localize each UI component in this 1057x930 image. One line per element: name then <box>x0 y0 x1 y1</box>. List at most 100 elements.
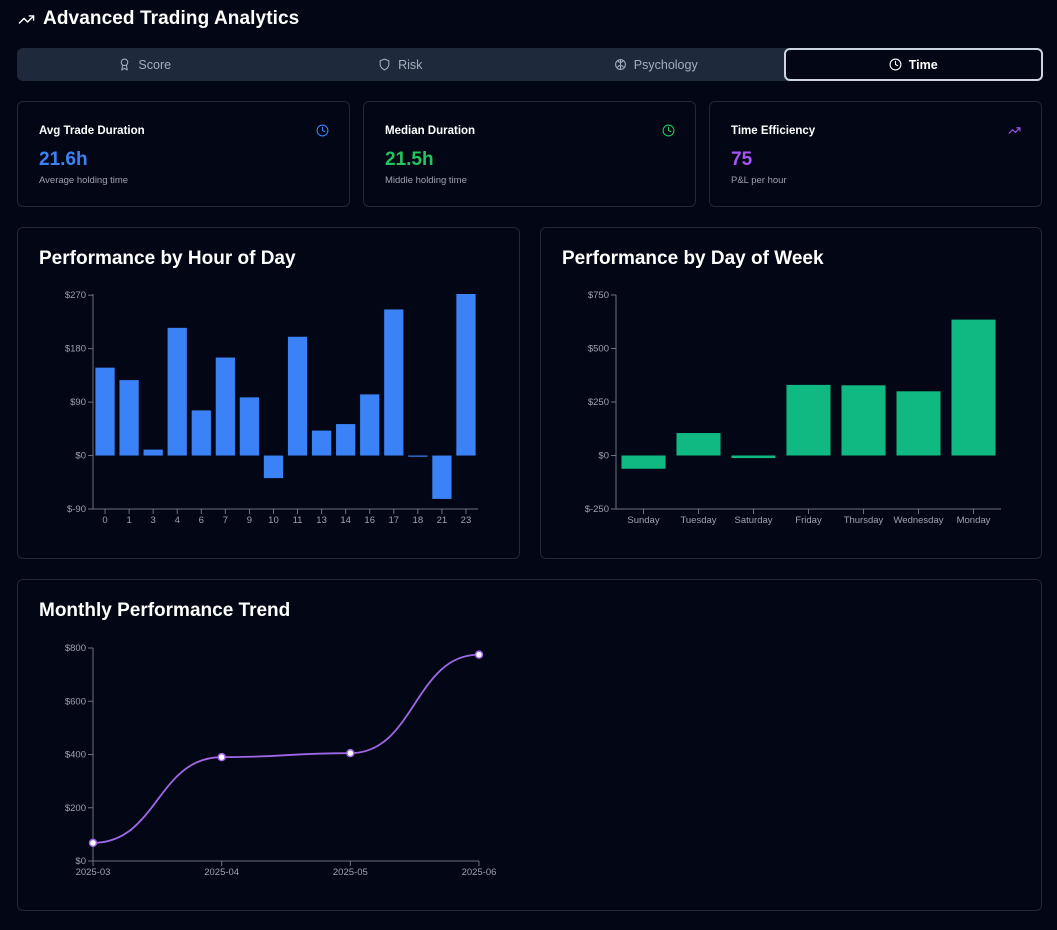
clock-icon <box>316 124 329 137</box>
tab-score[interactable]: Score <box>17 48 273 81</box>
page-header: Advanced Trading Analytics <box>18 8 299 30</box>
monthly-trend-line-chart: $0 $200 $400 $600 $800 2025-03 2025-04 2025-05 2… <box>65 643 497 878</box>
bar-14 <box>336 424 356 456</box>
bar-Sunday <box>621 455 666 469</box>
x-tick-label: Thursday <box>844 515 884 526</box>
x-tick-label: Saturday <box>734 515 772 526</box>
x-tick-label: 13 <box>316 515 327 526</box>
stat-subtitle: P&L per hour <box>731 175 787 186</box>
bar-16 <box>360 394 380 456</box>
trending-up-icon <box>18 14 35 24</box>
x-tick-label: 23 <box>461 515 472 526</box>
bar-Tuesday <box>676 433 721 456</box>
x-tick-label: 7 <box>223 515 228 526</box>
x-tick-label: Sunday <box>627 515 659 526</box>
x-tick-label: 11 <box>293 515 303 526</box>
clock-icon <box>662 124 675 137</box>
tab-time-label: Time <box>908 57 938 72</box>
y-tick-label: $750 <box>588 290 609 301</box>
stat-value: 75 <box>731 149 753 170</box>
chart-card-monthly-trend: Monthly Performance Trend $0 $200 $400 $600… <box>17 579 1042 911</box>
data-point-2025-03 <box>88 838 98 848</box>
x-tick-label: 10 <box>268 515 279 526</box>
bar-3 <box>143 449 163 456</box>
stat-card-avg-duration: Avg Trade Duration 21.6h Average holding… <box>17 101 350 207</box>
y-tick-label: $250 <box>588 397 609 408</box>
bar-Thursday <box>841 385 886 456</box>
tab-score-label: Score <box>138 57 172 72</box>
stat-label: Time Efficiency <box>731 125 816 137</box>
bar-Monday <box>951 319 996 456</box>
award-icon <box>121 58 129 71</box>
bar-Saturday <box>731 455 776 459</box>
x-tick-label: 14 <box>340 515 351 526</box>
x-tick-label: 2025-04 <box>204 867 239 878</box>
bar-4 <box>167 327 187 456</box>
stat-card-median-duration: Median Duration 21.5h Middle holding tim… <box>363 101 696 207</box>
x-tick-label: 18 <box>413 515 424 526</box>
tab-time[interactable]: Time <box>783 48 1043 81</box>
y-tick-label: $0 <box>75 451 86 462</box>
chart-card-day-of-week: Performance by Day of Week $-250 $0 $250 $5… <box>540 227 1042 559</box>
y-tick-label: $90 <box>70 397 86 408</box>
x-tick-label: 2025-05 <box>333 867 368 878</box>
bar-0 <box>95 367 115 456</box>
tab-risk[interactable]: Risk <box>273 48 529 81</box>
hour-of-day-bar-chart: $-90$0$90$180$2700 1 3 4 6 7 9 10 11 13 14 16 17 18 21… <box>65 290 478 526</box>
x-tick-label: Monday <box>957 515 991 526</box>
stat-card-time-efficiency: Time Efficiency 75 P&L per hour <box>709 101 1042 207</box>
x-tick-label: 6 <box>199 515 204 526</box>
bar-6 <box>191 410 211 456</box>
y-tick-label: $0 <box>598 451 609 462</box>
bar-17 <box>384 309 404 456</box>
y-tick-label: $500 <box>588 344 609 355</box>
chart-card-hour-of-day: Performance by Hour of Day $-90 $0 $90 $180… <box>17 227 520 559</box>
y-tick-label: $200 <box>65 803 86 814</box>
tab-risk-label: Risk <box>398 57 423 72</box>
y-tick-label: $400 <box>65 750 86 761</box>
trend-line <box>92 653 480 844</box>
x-tick-label: 2025-03 <box>76 867 111 878</box>
x-tick-label: Tuesday <box>680 515 716 526</box>
bar-21 <box>432 455 452 499</box>
stat-value: 21.6h <box>39 149 88 170</box>
data-point-2025-05 <box>346 748 355 758</box>
x-tick-label: 2025-06 <box>462 867 497 878</box>
x-tick-label: Wednesday <box>894 515 944 526</box>
stat-label: Avg Trade Duration <box>39 125 145 137</box>
bar-9 <box>239 397 260 456</box>
page-title: Advanced Trading Analytics <box>43 8 300 29</box>
clock-icon <box>889 58 902 71</box>
y-tick-label: $270 <box>65 290 86 301</box>
x-tick-label: 3 <box>151 515 156 526</box>
trending-up-icon <box>1008 127 1021 134</box>
stat-label: Median Duration <box>385 125 476 137</box>
bar-1 <box>119 380 139 456</box>
shield-icon <box>379 58 390 71</box>
x-tick-label: Friday <box>795 515 822 526</box>
tab-psychology-label: Psychology <box>633 57 698 72</box>
bar-7 <box>215 357 235 456</box>
x-tick-label: 16 <box>364 515 375 526</box>
x-tick-label: 21 <box>437 515 448 526</box>
bar-10 <box>263 455 284 479</box>
brain-icon <box>614 59 626 70</box>
tab-bar: Score Risk Psychology Time <box>17 48 1043 81</box>
x-tick-label: 1 <box>126 515 131 526</box>
bar-Wednesday <box>896 391 941 456</box>
data-point-2025-06 <box>474 650 484 659</box>
x-tick-label: 0 <box>102 515 107 526</box>
x-tick-label: 4 <box>175 515 180 526</box>
day-of-week-bar-chart: $-250 $0 $250 $500 $750 Sunday Tuesday Saturday… <box>585 290 1001 526</box>
y-tick-label: $600 <box>65 696 86 707</box>
y-tick-label: $-250 <box>585 504 609 515</box>
x-tick-label: 17 <box>388 515 399 526</box>
bar-11 <box>287 336 308 456</box>
data-point-2025-04 <box>217 752 226 762</box>
tab-psychology[interactable]: Psychology <box>528 48 784 81</box>
y-tick-label: $0 <box>75 856 86 867</box>
bar-Friday <box>786 384 831 456</box>
stat-subtitle: Middle holding time <box>385 175 467 186</box>
y-tick-label: $800 <box>65 643 86 654</box>
bar-23 <box>456 294 476 456</box>
